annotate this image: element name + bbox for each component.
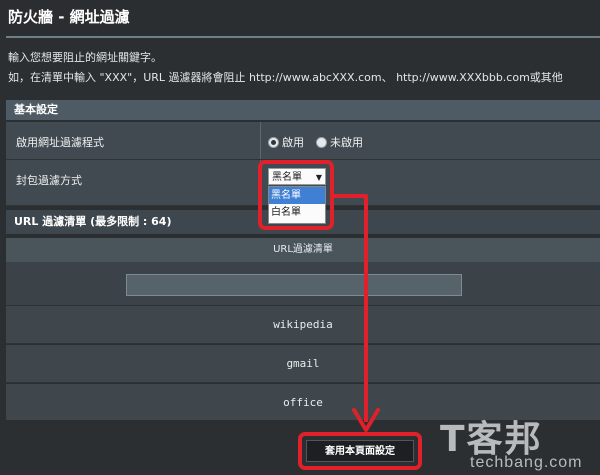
description-line-2: 如，在清單中輸入 "XXX"，URL 過濾器將會阻止 http://www.ab… [8,71,563,84]
radio-enable-label: 啟用 [282,136,304,149]
enable-filter-label: 啟用網址過濾程式 [16,136,104,149]
page-title: 防火牆 - 網址過濾 [0,0,600,34]
title-divider [6,36,600,38]
radio-enable-dot[interactable] [268,136,279,148]
highlight-box-dropdown [258,160,334,230]
radio-disable-label: 未啟用 [330,136,363,149]
filter-mode-label: 封包過濾方式 [16,174,82,187]
watermark-url: techbang.com [470,454,583,471]
list-item: gmail [6,345,600,383]
basic-settings-header: 基本設定 [6,100,600,120]
row-divider [260,122,261,159]
radio-disable-dot[interactable] [316,136,327,148]
radio-disable[interactable]: 未啟用 [316,134,363,150]
url-list-column-header: URL過濾清單 [6,238,600,262]
enable-filter-row: 啟用網址過濾程式 啟用 未啟用 [6,122,600,160]
description-line-1: 輸入您想要阻止的網址關鍵字。 [8,51,162,64]
radio-enable[interactable]: 啟用 [268,134,304,150]
apply-settings-button[interactable]: 套用本頁面設定 [306,440,414,462]
list-item: wikipedia [6,306,600,344]
url-input-row [6,262,600,306]
url-input[interactable] [126,274,462,296]
